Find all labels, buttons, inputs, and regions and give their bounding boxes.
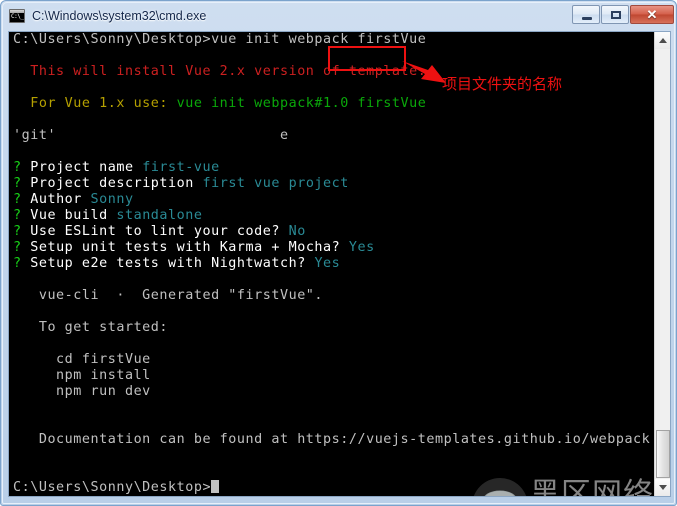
q-vue-build: ? Vue build standalone xyxy=(9,208,655,224)
q-project-name: ? Project name first-vue xyxy=(9,160,655,176)
maximize-icon xyxy=(611,11,621,19)
blank-7 xyxy=(9,336,655,352)
console-text-span: Author xyxy=(30,192,91,207)
vue1-hint: For Vue 1.x use: vue init webpack#1.0 fi… xyxy=(9,96,655,112)
console-text-span: Project name xyxy=(30,160,143,175)
q-author: ? Author Sonny xyxy=(9,192,655,208)
console-text-span: Project description xyxy=(30,176,203,191)
console-text-span: Documentation can be found at https://vu… xyxy=(13,432,651,447)
console-text-span: ? xyxy=(13,256,31,271)
q-e2e-tests: ? Setup e2e tests with Nightwatch? Yes xyxy=(9,256,655,272)
console-text-span: npm install xyxy=(13,368,151,383)
console-text-span: ? xyxy=(13,224,31,239)
blank-8 xyxy=(9,400,655,416)
console-text-span: This will install Vue 2.x version of tem… xyxy=(13,64,427,79)
blank-9 xyxy=(9,416,655,432)
generated-line: vue-cli · Generated "firstVue". xyxy=(9,288,655,304)
q-project-desc: ? Project description first vue project xyxy=(9,176,655,192)
console-text-span: ? xyxy=(13,160,31,175)
minimize-button[interactable] xyxy=(572,5,600,24)
console-text-span: Yes xyxy=(314,256,341,271)
minimize-icon xyxy=(582,17,592,20)
console-text-span: ? xyxy=(13,176,31,191)
chevron-down-icon xyxy=(659,485,667,490)
docs-line: Documentation can be found at https://vu… xyxy=(9,432,655,448)
blank-3 xyxy=(9,112,655,128)
blank-11 xyxy=(9,464,655,480)
cmd-line: C:\Users\Sonny\Desktop>vue init webpack … xyxy=(9,32,655,48)
window-title: C:\Windows\system32\cmd.exe xyxy=(32,9,207,23)
console-text-span: cd firstVue xyxy=(13,352,151,367)
final-prompt-text: C:\Users\Sonny\Desktop> xyxy=(13,480,212,495)
blank-10 xyxy=(9,448,655,464)
scroll-down-button[interactable] xyxy=(655,479,670,496)
git-line: 'git' e xyxy=(9,128,655,144)
console-text-span: Vue build xyxy=(30,208,117,223)
step-run-dev: npm run dev xyxy=(9,384,655,400)
q-unit-tests: ? Setup unit tests with Karma + Mocha? Y… xyxy=(9,240,655,256)
scrollbar-thumb[interactable] xyxy=(656,430,670,478)
console-output[interactable]: C:\Users\Sonny\Desktop>vue init webpack … xyxy=(9,32,655,496)
close-button[interactable]: ✕ xyxy=(630,5,674,24)
chevron-up-icon xyxy=(659,38,667,43)
console-text-span: ? xyxy=(13,208,31,223)
console-scrollbar[interactable] xyxy=(654,32,670,496)
blank-5 xyxy=(9,272,655,288)
console-text-span: Sonny xyxy=(90,192,134,207)
console-text-span: ? xyxy=(13,240,31,255)
console-text-span: 'git' e xyxy=(13,128,289,143)
console-text-span: Setup e2e tests with Nightwatch? xyxy=(30,256,315,271)
cmd-window: C:\Windows\system32\cmd.exe ✕ C:\Users\S… xyxy=(0,0,677,506)
console-text-span: first-vue xyxy=(142,160,220,175)
final-prompt-line[interactable]: C:\Users\Sonny\Desktop> xyxy=(9,480,655,496)
title-bar[interactable]: C:\Windows\system32\cmd.exe ✕ xyxy=(1,1,677,31)
console-text-span: npm run dev xyxy=(13,384,151,399)
console-text-span: vue init webpack#1.0 firstVue xyxy=(176,96,427,111)
console-frame: C:\Users\Sonny\Desktop>vue init webpack … xyxy=(8,31,671,497)
console-text-span: For Vue 1.x use: xyxy=(13,96,177,111)
blank-4 xyxy=(9,144,655,160)
console-text-span: vue-cli · Generated "firstVue". xyxy=(13,288,324,303)
console-text-span: Yes xyxy=(348,240,375,255)
maximize-button[interactable] xyxy=(601,5,629,24)
scroll-up-button[interactable] xyxy=(655,32,670,49)
step-install: npm install xyxy=(9,368,655,384)
q-eslint: ? Use ESLint to lint your code? No xyxy=(9,224,655,240)
cmd-console-icon xyxy=(9,9,25,23)
console-text-span: To get started: xyxy=(13,320,169,335)
console-text-span: C:\Users\Sonny\Desktop>vue init webpack … xyxy=(13,32,427,47)
console-text-span: Setup unit tests with Karma + Mocha? xyxy=(30,240,349,255)
console-text-span: standalone xyxy=(116,208,203,223)
blank-6 xyxy=(9,304,655,320)
console-text-span: No xyxy=(288,224,306,239)
console-text-span: ? xyxy=(13,192,31,207)
window-controls: ✕ xyxy=(572,5,674,24)
step-cd: cd firstVue xyxy=(9,352,655,368)
console-text-span: first vue project xyxy=(202,176,349,191)
console-text-span: Use ESLint to lint your code? xyxy=(30,224,289,239)
get-started: To get started: xyxy=(9,320,655,336)
annotation-note-text: 项目文件夹的名称 xyxy=(442,75,563,93)
blank-1 xyxy=(9,48,655,64)
close-icon: ✕ xyxy=(646,7,658,22)
text-cursor xyxy=(211,480,220,493)
